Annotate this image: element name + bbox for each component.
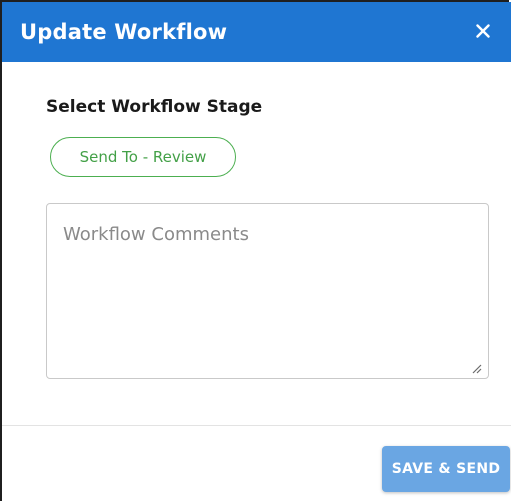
workflow-comments-input[interactable] bbox=[47, 204, 488, 378]
dialog-title: Update Workflow bbox=[20, 20, 228, 44]
close-button[interactable] bbox=[468, 16, 498, 46]
save-and-send-button[interactable]: SAVE & SEND bbox=[382, 446, 510, 492]
update-workflow-dialog: Update Workflow Select Workflow Stage Se… bbox=[0, 0, 511, 501]
select-stage-label: Select Workflow Stage bbox=[46, 97, 263, 117]
stage-option-send-to-review[interactable]: Send To - Review bbox=[50, 137, 236, 177]
dialog-header: Update Workflow bbox=[2, 2, 511, 62]
close-icon bbox=[476, 24, 490, 38]
footer-divider bbox=[2, 425, 511, 426]
resize-grip-icon[interactable] bbox=[470, 362, 482, 374]
workflow-comments-container bbox=[46, 203, 489, 379]
